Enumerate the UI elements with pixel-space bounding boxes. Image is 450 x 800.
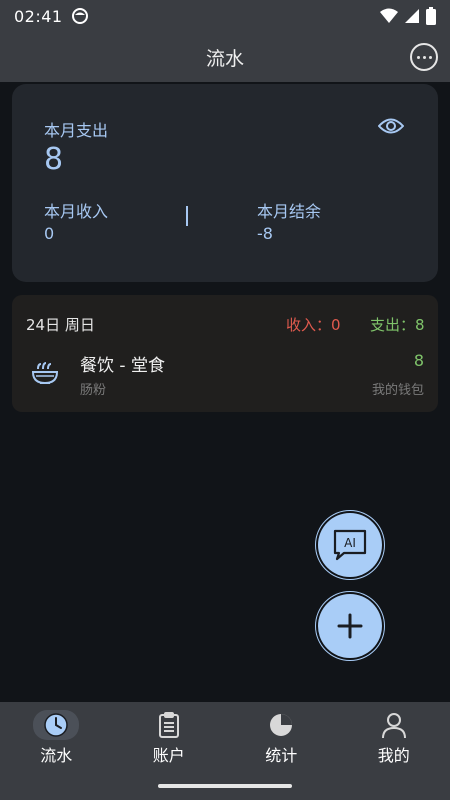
app-bar: 流水: [0, 32, 450, 82]
home-gesture-bar[interactable]: [158, 784, 292, 788]
more-options-button[interactable]: [410, 43, 438, 71]
day-expense-total: 支出：8: [370, 316, 425, 334]
clock-icon: [44, 713, 68, 737]
add-transaction-button[interactable]: [318, 594, 382, 658]
pie-chart-icon: [270, 714, 293, 736]
nav-icon-wrap: [258, 710, 304, 740]
wifi-icon: [380, 8, 398, 23]
app-notification-icon: [71, 8, 88, 24]
page-title: 流水: [205, 47, 244, 70]
nav-item-accounts[interactable]: 账户: [113, 702, 226, 770]
day-group-card: 24日 周日 收入：0 支出：8 餐饮 - 堂食 肠粉 8 我的钱包: [12, 295, 438, 412]
transaction-category: 餐饮 - 堂食: [80, 356, 165, 376]
nav-label: 我的: [377, 746, 410, 765]
monthly-balance-label: 本月结余: [257, 202, 322, 221]
status-bar: 02:41: [0, 0, 450, 32]
status-time: 02:41: [14, 6, 63, 26]
summary-divider: [186, 206, 188, 226]
more-dot-icon: [416, 55, 420, 59]
day-date: 24日 周日: [26, 316, 95, 334]
transaction-account: 我的钱包: [371, 383, 424, 398]
ai-label: AI: [344, 536, 356, 550]
monthly-expense-value: 8: [44, 142, 64, 177]
more-dot-icon: [428, 55, 432, 59]
monthly-expense-label: 本月支出: [44, 121, 109, 140]
more-dot-icon: [422, 55, 426, 59]
monthly-summary-card[interactable]: 本月支出 8 本月收入 0 本月结余 -8: [12, 84, 438, 282]
person-icon: [381, 713, 406, 739]
nav-active-indicator: [33, 710, 80, 740]
clipboard-icon: [158, 712, 179, 738]
plus-icon: [337, 613, 363, 639]
day-income-total: 收入：0: [286, 316, 341, 334]
nav-icon-wrap: [371, 710, 417, 740]
ai-assistant-button[interactable]: AI: [318, 513, 382, 577]
monthly-income-value: 0: [44, 224, 55, 243]
bottom-navigation: 流水 账户 统计 我的: [0, 702, 450, 770]
ai-chat-icon: AI: [333, 529, 367, 561]
nav-label: 统计: [265, 746, 298, 765]
nav-item-statistics[interactable]: 统计: [225, 702, 338, 770]
nav-label: 账户: [152, 746, 185, 765]
transaction-note: 肠粉: [80, 383, 107, 398]
nav-label: 流水: [40, 746, 73, 765]
noodle-bowl-icon: [31, 362, 59, 385]
nav-item-flow[interactable]: 流水: [0, 702, 113, 770]
nav-item-profile[interactable]: 我的: [338, 702, 450, 770]
eye-icon[interactable]: [378, 116, 404, 136]
transaction-amount: 8: [413, 351, 424, 370]
signal-icon: [405, 9, 419, 23]
monthly-income-label: 本月收入: [44, 202, 109, 221]
monthly-balance-value: -8: [257, 224, 273, 243]
nav-icon-wrap: [146, 710, 192, 740]
gesture-area: [0, 770, 450, 800]
battery-icon: [426, 7, 436, 25]
